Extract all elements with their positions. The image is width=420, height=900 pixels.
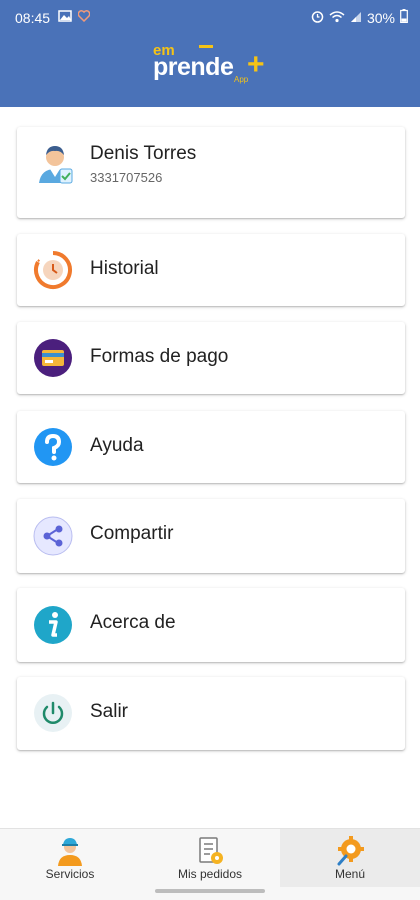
payment-card-icon	[33, 338, 73, 378]
tab-label-servicios: Servicios	[45, 867, 95, 881]
menu-label-formas-de-pago: Formas de pago	[90, 346, 229, 367]
info-icon	[33, 605, 73, 645]
battery-level: 30%	[366, 9, 395, 26]
delivery-worker-icon	[54, 835, 86, 867]
menu-label-ayuda: Ayuda	[90, 435, 144, 456]
signal-icon	[350, 10, 362, 26]
logo-app: App	[234, 75, 249, 84]
menu-item-ayuda[interactable]: Ayuda	[17, 411, 405, 483]
tab-menu[interactable]: Menú	[280, 829, 420, 887]
heart-icon	[77, 9, 91, 25]
help-question-icon	[33, 427, 73, 467]
share-icon	[33, 516, 73, 556]
app-logo: em prende + App	[150, 42, 275, 86]
logo-arrow-mark	[199, 45, 213, 48]
menu-item-compartir[interactable]: Compartir	[17, 499, 405, 573]
menu-item-historial[interactable]: Historial	[17, 234, 405, 306]
menu-item-salir[interactable]: Salir	[17, 677, 405, 750]
wifi-icon	[329, 10, 345, 26]
orders-clipboard-icon	[194, 835, 226, 867]
menu-label-salir: Salir	[90, 701, 129, 722]
settings-gear-icon	[334, 835, 366, 867]
logo-prende: prende	[153, 53, 234, 81]
menu-item-acerca-de[interactable]: Acerca de	[17, 588, 405, 662]
alarm-icon	[311, 10, 324, 26]
history-timer-icon	[33, 250, 73, 290]
profile-card[interactable]: Denis Torres 3331707526	[17, 127, 405, 218]
menu-label-acerca-de: Acerca de	[90, 612, 176, 633]
tab-label-menu: Menú	[334, 867, 366, 881]
home-indicator[interactable]	[155, 889, 265, 893]
profile-name: Denis Torres	[90, 143, 197, 164]
logo-plus: +	[247, 48, 265, 81]
status-time: 08:45	[15, 10, 51, 26]
menu-label-compartir: Compartir	[90, 523, 174, 544]
tab-servicios[interactable]: Servicios	[0, 829, 140, 887]
user-avatar-icon	[33, 141, 77, 185]
power-icon	[33, 693, 73, 733]
battery-icon	[400, 9, 408, 26]
image-icon	[58, 9, 72, 25]
app-header: 08:45 30% em prende + App	[0, 0, 420, 107]
tab-mis-pedidos[interactable]: Mis pedidos	[140, 829, 280, 887]
menu-label-historial: Historial	[90, 258, 159, 279]
menu-item-formas-de-pago[interactable]: Formas de pago	[17, 322, 405, 394]
status-bar: 08:45 30%	[0, 0, 420, 34]
tab-label-mis-pedidos: Mis pedidos	[177, 867, 243, 881]
profile-phone: 3331707526	[90, 170, 163, 185]
